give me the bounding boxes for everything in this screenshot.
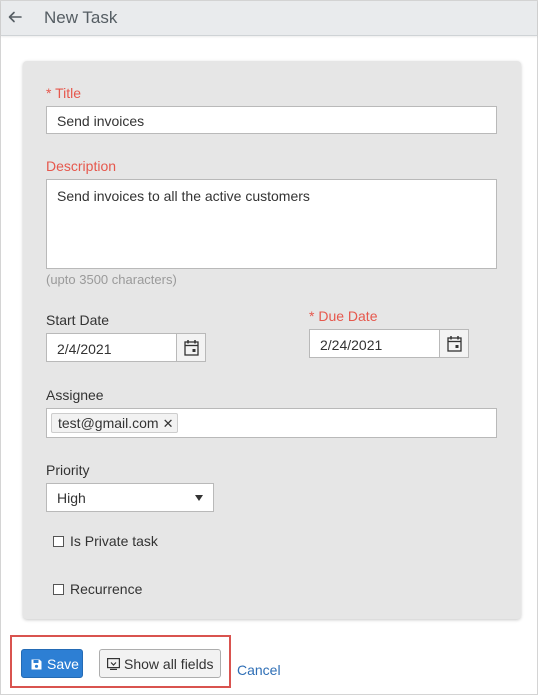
start-date-input[interactable]: 2/4/2021	[46, 333, 177, 362]
page-title: New Task	[44, 8, 118, 27]
remove-tag-icon[interactable]: ✕	[163, 415, 174, 433]
title-label: * Title	[46, 85, 82, 101]
title-input[interactable]: Send invoices	[46, 106, 497, 134]
calendar-icon	[447, 336, 462, 352]
assignee-label: Assignee	[46, 387, 104, 403]
recurrence-label: Recurrence	[70, 581, 143, 597]
start-date-picker-button[interactable]	[176, 333, 206, 362]
floppy-disk-icon	[31, 659, 42, 670]
description-textarea[interactable]: Send invoices to all the active customer…	[46, 179, 497, 269]
assignee-input[interactable]: test@gmail.com ✕	[46, 408, 497, 438]
save-button[interactable]: Save	[21, 649, 83, 678]
start-date-value: 2/4/2021	[57, 341, 112, 357]
description-label: Description	[46, 158, 117, 174]
due-date-label: * Due Date	[309, 308, 378, 324]
assignee-tag: test@gmail.com ✕	[51, 413, 179, 433]
is-private-label: Is Private task	[70, 533, 158, 549]
is-private-checkbox[interactable]	[53, 536, 64, 547]
priority-selected-value: High	[57, 490, 86, 506]
show-all-fields-button[interactable]: Show all fields	[99, 649, 221, 678]
cancel-link[interactable]: Cancel	[237, 662, 281, 678]
title-input-value: Send invoices	[57, 113, 145, 129]
arrow-left-icon[interactable]	[7, 9, 23, 25]
description-char-hint: (upto 3500 characters)	[46, 272, 177, 287]
due-date-picker-button[interactable]	[439, 329, 469, 358]
caret-down-icon	[195, 495, 203, 501]
recurrence-checkbox[interactable]	[53, 584, 64, 595]
assignee-tag-label: test@gmail.com	[58, 415, 159, 431]
calendar-icon	[184, 340, 199, 356]
task-form-card: * Title Send invoices Description Send i…	[23, 61, 521, 619]
due-date-input[interactable]: 2/24/2021	[309, 329, 440, 358]
priority-select[interactable]: High	[46, 483, 214, 512]
due-date-value: 2/24/2021	[320, 337, 383, 353]
priority-label: Priority	[46, 462, 90, 478]
page-header: New Task	[1, 1, 537, 36]
window-frame: New Task * Title Send invoices Descripti…	[0, 0, 538, 695]
show-fields-icon	[107, 658, 120, 670]
description-value: Send invoices to all the active customer…	[57, 188, 310, 204]
save-button-label: Save	[47, 656, 79, 672]
show-all-fields-label: Show all fields	[124, 656, 214, 672]
start-date-label: Start Date	[46, 312, 110, 328]
